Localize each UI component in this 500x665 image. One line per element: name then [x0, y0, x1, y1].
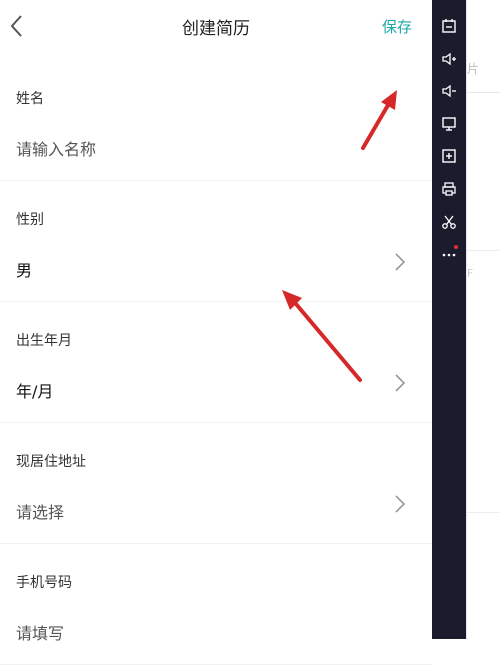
- birth-select[interactable]: 年/月: [16, 378, 53, 402]
- gender-select[interactable]: 男: [16, 257, 32, 281]
- print-icon: [442, 182, 456, 196]
- screen-capture-icon: [442, 19, 456, 33]
- background-mark: F: [467, 267, 474, 280]
- navigation-bar: 创建简历 保存: [0, 0, 432, 52]
- field-label-name: 姓名: [16, 91, 44, 107]
- volume-down-icon: [442, 84, 456, 98]
- divider: [467, 250, 500, 251]
- scissors-icon: [442, 215, 456, 229]
- add-window-icon: [442, 149, 456, 163]
- chevron-right-icon: [395, 495, 406, 513]
- volume-up-button[interactable]: [439, 49, 459, 69]
- divider: [467, 92, 500, 93]
- print-button[interactable]: [439, 179, 459, 199]
- chevron-right-icon: [395, 253, 406, 271]
- page-title: 创建简历: [182, 19, 250, 39]
- create-resume-screen: 创建简历 保存 姓名 请输入名称 性别 男 出生年月 年/月 现居住地址 请选择: [0, 0, 432, 665]
- gender-field[interactable]: 性别 男: [0, 181, 432, 302]
- more-button[interactable]: [439, 244, 459, 264]
- screen-capture-button[interactable]: [439, 16, 459, 36]
- volume-up-icon: [442, 52, 456, 66]
- background-window-edge: 片 F: [466, 0, 500, 639]
- scissors-button[interactable]: [439, 212, 459, 232]
- volume-down-button[interactable]: [439, 81, 459, 101]
- address-select[interactable]: 请选择: [16, 499, 64, 523]
- chevron-right-icon: [395, 374, 406, 392]
- divider: [467, 512, 500, 513]
- save-button[interactable]: 保存: [382, 16, 412, 37]
- background-text: 片: [467, 62, 480, 76]
- resume-form: 姓名 请输入名称 性别 男 出生年月 年/月 现居住地址 请选择 手机号码 请填…: [0, 60, 432, 665]
- field-label-address: 现居住地址: [16, 454, 86, 470]
- field-label-birth: 出生年月: [16, 333, 72, 349]
- notification-dot: [454, 245, 458, 249]
- field-label-phone: 手机号码: [16, 575, 72, 591]
- floating-toolbar: [432, 0, 466, 639]
- name-field[interactable]: 姓名 请输入名称: [0, 60, 432, 181]
- phone-input[interactable]: 请填写: [16, 620, 64, 644]
- birth-field[interactable]: 出生年月 年/月: [0, 302, 432, 423]
- field-label-gender: 性别: [16, 212, 44, 228]
- name-input[interactable]: 请输入名称: [16, 136, 96, 160]
- add-window-button[interactable]: [439, 146, 459, 166]
- monitor-button[interactable]: [439, 114, 459, 134]
- address-field[interactable]: 现居住地址 请选择: [0, 423, 432, 544]
- phone-field[interactable]: 手机号码 请填写: [0, 544, 432, 665]
- monitor-icon: [442, 117, 456, 131]
